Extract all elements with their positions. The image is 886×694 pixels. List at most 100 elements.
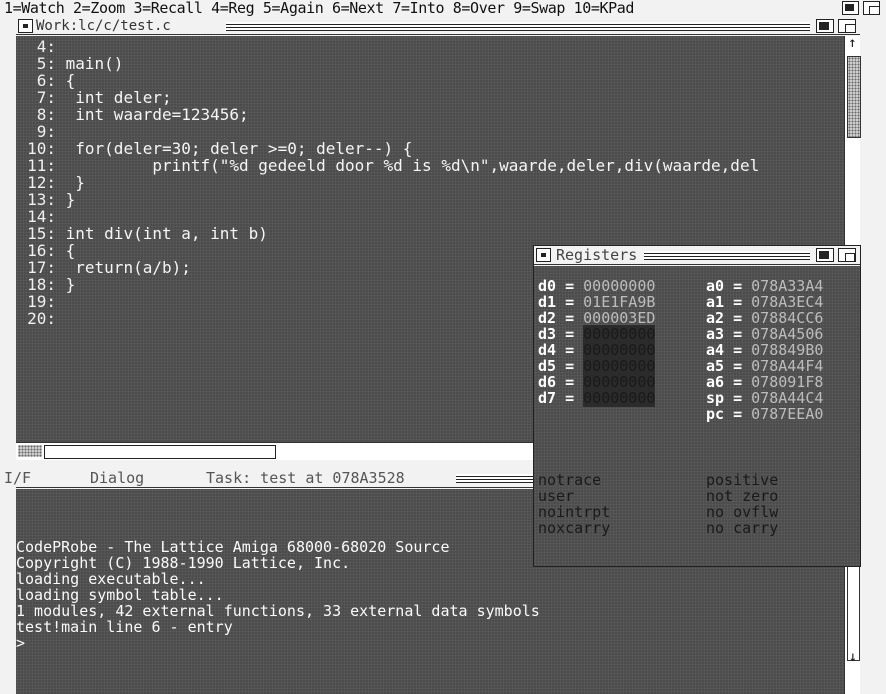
line-number: 15: [27, 224, 56, 243]
source-line[interactable]: 11: printf("%d gedeeld door %d is %d\n",… [16, 157, 844, 174]
depth-icon[interactable] [838, 19, 856, 33]
register-row-sp: sp = 078A44C4 [706, 390, 823, 406]
status-flag: positive [706, 471, 779, 489]
register-row-d1: d1 = 01E1FA9B [538, 294, 655, 310]
console-line: 1 modules, 42 external functions, 33 ext… [16, 602, 540, 620]
status-flag: not zero [706, 487, 779, 505]
zoom-icon[interactable] [816, 19, 834, 33]
line-number: 13: [27, 190, 56, 209]
registers-titlebar[interactable]: Registers [534, 246, 860, 265]
line-number: 4: [36, 37, 56, 56]
register-row-a6: a6 = 078091F8 [706, 374, 823, 390]
horizontal-scroll-thumb[interactable] [44, 445, 276, 459]
line-number: 10: [27, 139, 56, 158]
registers-window: Registers d0 = 00000000 d1 = 01E1FA9B d2 =… [533, 245, 861, 567]
register-name: d7 [538, 389, 557, 407]
console-line: loading symbol table... [16, 586, 224, 604]
source-line[interactable]: 10: for(deler=30; deler >=0; deler--) { [16, 140, 844, 157]
dialog-drag-bar[interactable] [456, 474, 536, 483]
console-line: CodePRobe - The Lattice Amiga 68000-6802… [16, 538, 450, 556]
status-flag: noxcarry [538, 519, 611, 537]
console-line: > [16, 634, 26, 652]
status-flag: user [538, 487, 575, 505]
registers-drag-bar[interactable] [644, 251, 810, 260]
source-line[interactable]: 12: } [16, 174, 844, 191]
source-line[interactable]: 5: main() [16, 55, 844, 72]
line-number: 18: [27, 275, 56, 294]
line-code: { [65, 241, 76, 260]
register-row-a1: a1 = 078A3EC4 [706, 294, 823, 310]
scroll-left-gadget[interactable] [18, 445, 42, 457]
line-number: 8: [36, 105, 56, 124]
source-line[interactable]: 4: [16, 38, 844, 55]
io-label: I/F [4, 469, 32, 487]
register-equals: = [556, 389, 584, 407]
line-code: } [65, 173, 85, 192]
line-number: 5: [36, 54, 56, 73]
line-code: int waarde=123456; [65, 105, 249, 124]
line-number: 16: [27, 241, 56, 260]
line-number: 11: [27, 156, 56, 175]
line-code: int div(int a, int b) [65, 224, 268, 243]
console-line: loading executable... [16, 570, 206, 588]
console-scroll-thumb[interactable] [847, 559, 860, 661]
line-code: int deler; [65, 88, 172, 107]
console-scroll-down-icon[interactable]: ↓ [845, 649, 861, 665]
register-row-a4: a4 = 078849B0 [706, 342, 823, 358]
registers-zoom-icon[interactable] [816, 248, 834, 262]
registers-close-icon[interactable] [536, 248, 551, 262]
registers-title: Registers [556, 246, 638, 264]
status-flag: no ovflw [706, 503, 779, 521]
line-number: 17: [27, 258, 56, 277]
source-line[interactable]: 7: int deler; [16, 89, 844, 106]
scroll-thumb[interactable] [847, 56, 861, 138]
line-code: main() [65, 54, 124, 73]
status-flag: notrace [538, 471, 602, 489]
line-number: 12: [27, 173, 56, 192]
source-line[interactable]: 13: } [16, 191, 844, 208]
register-row-d0: d0 = 00000000 [538, 278, 655, 294]
line-code: printf("%d gedeeld door %d is %d\n",waar… [65, 156, 760, 175]
source-line[interactable]: 8: int waarde=123456; [16, 106, 844, 123]
register-row-a2: a2 = 07884CC6 [706, 310, 823, 326]
registers-depth-icon[interactable] [838, 248, 856, 262]
flag-row: noxcarry no carry [538, 520, 858, 536]
close-icon[interactable] [18, 19, 33, 33]
line-code: } [65, 275, 76, 294]
source-line[interactable]: 9: [16, 123, 844, 140]
dialog-label: Dialog [90, 469, 145, 487]
register-row-d2: d2 = 000003ED [538, 310, 655, 326]
scroll-up-arrow-icon[interactable]: ↑ [845, 36, 860, 50]
depth-front-icon[interactable] [863, 1, 880, 15]
register-row-d5: d5 = 00000000 [538, 357, 656, 375]
register-name: pc [706, 405, 725, 423]
register-row-a5: a5 = 078A44F4 [706, 358, 823, 374]
line-number: 6: [36, 71, 56, 90]
line-code: return(a/b); [65, 258, 191, 277]
task-label: Task: test at 078A3528 [206, 469, 405, 487]
register-value[interactable]: 0787EEA0 [751, 405, 823, 423]
source-window-titlebar[interactable]: Work:lc/c/test.c [16, 18, 860, 35]
register-row-a3: a3 = 078A4506 [706, 326, 823, 342]
register-equals: = [724, 405, 752, 423]
line-number: 14: [27, 207, 56, 226]
source-line[interactable]: 15: int div(int a, int b) [16, 225, 844, 242]
source-line[interactable]: 6: { [16, 72, 844, 89]
line-number: 9: [36, 122, 56, 141]
register-value[interactable]: 00000000 [583, 389, 656, 407]
title-drag-bar[interactable] [226, 22, 810, 31]
line-number: 20: [27, 309, 56, 328]
console-line: test!main line 6 - entry [16, 618, 233, 636]
line-code: } [65, 190, 76, 209]
flag-row: user not zero [538, 488, 858, 504]
line-number: 7: [36, 88, 56, 107]
register-row-pc: pc = 0787EEA0 [706, 406, 823, 422]
console-line: Copyright (C) 1988-1990 Lattice, Inc. [16, 554, 351, 572]
function-key-menubar[interactable]: 1=Watch 2=Zoom 3=Recall 4=Reg 5=Again 6=… [0, 0, 886, 16]
flag-row: nointrpt no ovflw [538, 504, 858, 520]
source-line[interactable]: 14: [16, 208, 844, 225]
line-number: 19: [27, 292, 56, 311]
depth-back-icon[interactable] [842, 1, 859, 15]
register-row-d3: d3 = 00000000 [538, 325, 656, 343]
line-code: { [65, 71, 76, 90]
